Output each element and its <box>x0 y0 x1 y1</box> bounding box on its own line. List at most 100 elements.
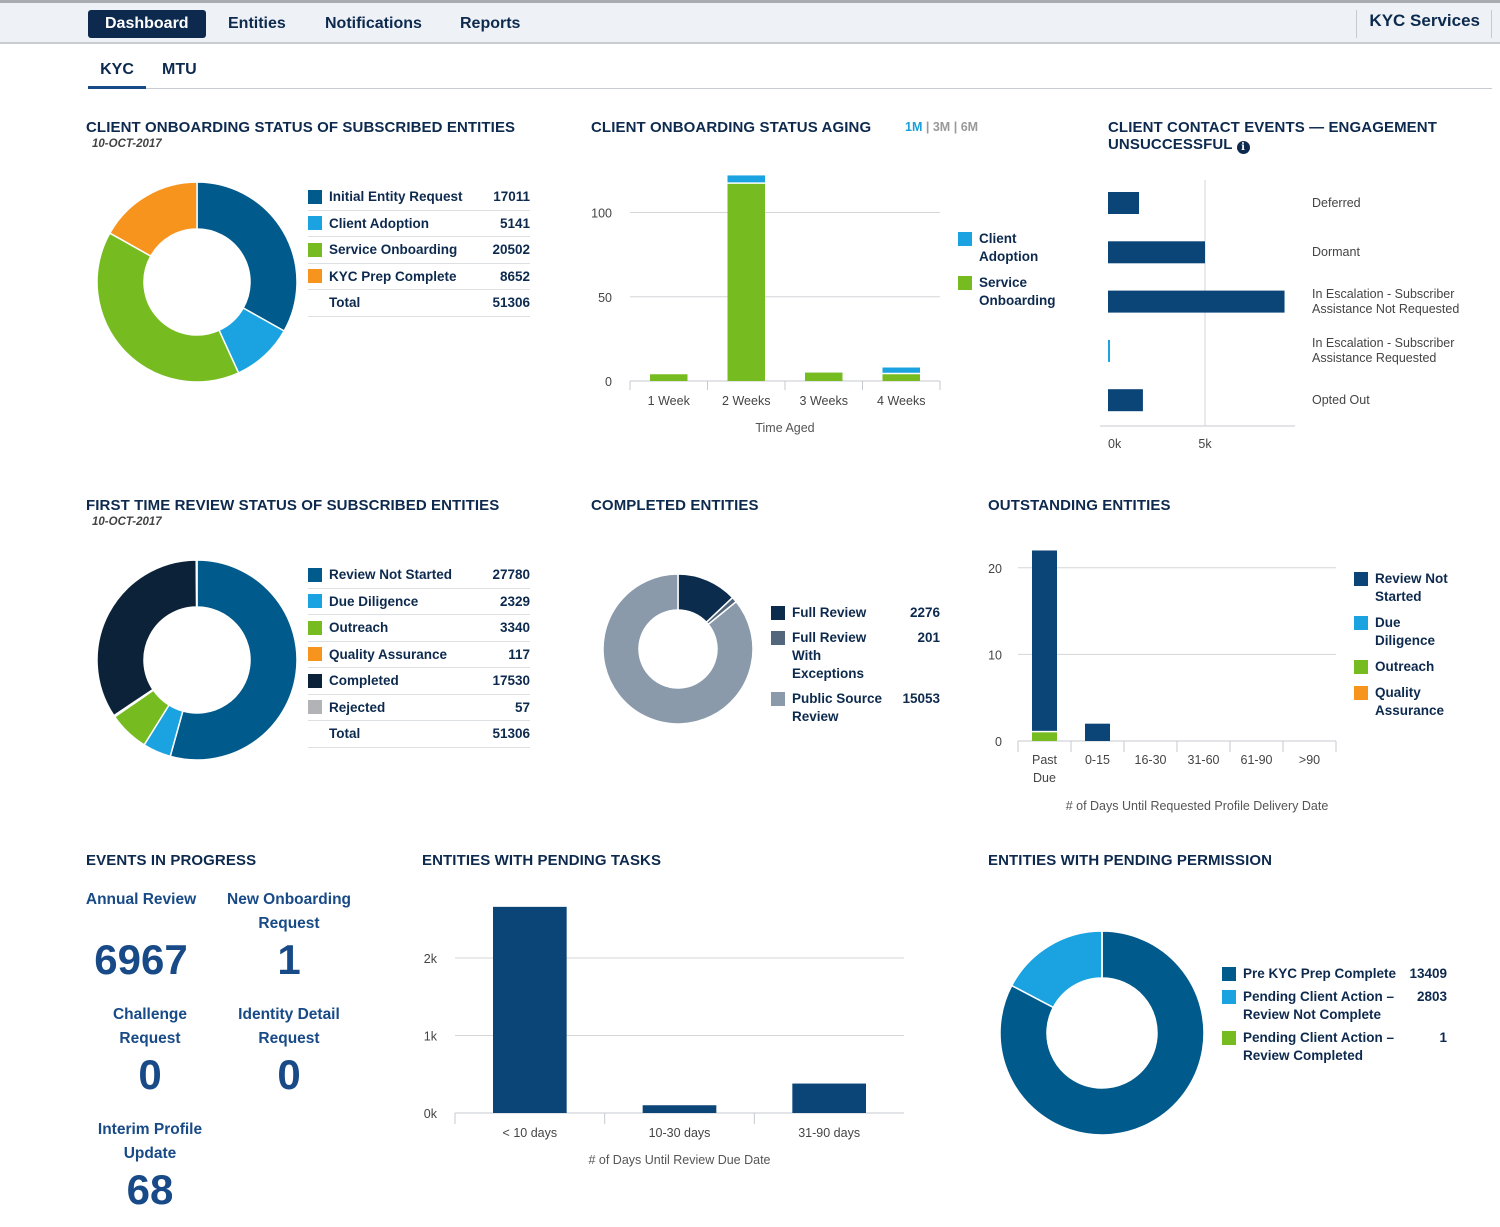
x-tick-label: 31-90 days <box>798 1126 860 1140</box>
range-3m[interactable]: 3M <box>933 120 950 134</box>
first-review-donut[interactable] <box>96 559 298 761</box>
category-label-line: Assistance Requested <box>1312 350 1437 365</box>
legend-item-outreach[interactable]: Outreach 3340 <box>308 615 530 642</box>
legend-label: Public Source Review <box>792 690 898 726</box>
legend-item-client-adoption[interactable]: Client Adoption <box>958 230 1078 266</box>
donut-slice-initial-entity-request[interactable] <box>196 181 298 333</box>
bar-dormant[interactable] <box>1108 241 1205 264</box>
legend-swatch <box>1354 616 1368 630</box>
nav-dashboard[interactable]: Dashboard <box>88 10 206 38</box>
brand-title[interactable]: KYC Services <box>1369 11 1480 31</box>
legend-label: Initial Entity Request <box>329 189 463 205</box>
legend-item-review-not-started[interactable]: Review Not Started <box>1354 570 1494 606</box>
event-label: Interim Profile Update <box>75 1118 225 1166</box>
onboarding-status-legend: Initial Entity Request 17011 Client Adopti… <box>308 184 530 317</box>
pending-tasks-bar-chart[interactable]: 0k 1k 2k < 10 days 10-30 days 31-90 days # of … <box>410 890 910 1180</box>
legend-label: Due Diligence <box>1375 614 1435 650</box>
x-tick-label: 4 Weeks <box>877 394 925 408</box>
completed-donut[interactable] <box>602 573 754 725</box>
legend-item-service-onboarding[interactable]: Service Onboarding 20502 <box>308 237 530 264</box>
range-1m[interactable]: 1M <box>905 120 922 134</box>
x-tick-label: 0k <box>1108 437 1122 451</box>
legend-item-service-onboarding[interactable]: Service Onboarding <box>958 274 1078 310</box>
bar-4-weeks-client-adoption[interactable] <box>882 367 921 373</box>
outstanding-bar-chart[interactable]: 0 10 20 Past Due 0-15 16-30 31-60 61-90 >90 # of D… <box>980 540 1340 820</box>
legend-label: Quality Assurance <box>1375 684 1444 720</box>
range-6m[interactable]: 6M <box>961 120 978 134</box>
bar-past-due-outreach[interactable] <box>1032 732 1057 741</box>
legend-swatch <box>1222 1031 1236 1045</box>
bar-4-weeks-service-onboarding[interactable] <box>882 374 921 381</box>
legend-item-public-source-review[interactable]: Public Source Review 15053 <box>771 690 941 726</box>
bar-10-30-days[interactable] <box>642 1105 717 1113</box>
category-label-opted-out: Opted Out <box>1312 393 1492 408</box>
bar-in-escalation-subscriber-assistance-requested[interactable] <box>1108 339 1110 362</box>
bar-0-15-review-not-started[interactable] <box>1085 723 1110 741</box>
category-label-line: In Escalation - Subscriber <box>1312 335 1455 350</box>
tab-mtu[interactable]: MTU <box>162 61 197 89</box>
legend-item-kyc-prep-complete[interactable]: KYC Prep Complete 8652 <box>308 264 530 290</box>
legend-label-line: Pending Client Action – <box>1243 989 1395 1004</box>
legend-swatch <box>308 269 322 284</box>
nav-entities[interactable]: Entities <box>211 10 303 38</box>
legend-value: 1 <box>1439 1030 1447 1045</box>
legend-label: Pre KYC Prep Complete <box>1243 965 1407 983</box>
legend-item-pending-client-action-review-completed[interactable]: Pending Client Action – Review Completed 1 <box>1222 1029 1447 1065</box>
bar-in-escalation-subscriber-assistance-not-requested[interactable] <box>1108 290 1285 313</box>
legend-item-outreach[interactable]: Outreach <box>1354 658 1494 676</box>
completed-legend: Full Review 2276 Full Review With Exceptions… <box>771 604 941 733</box>
event-value: 1 <box>277 936 301 983</box>
legend-item-full-review[interactable]: Full Review 2276 <box>771 604 941 622</box>
pending-permission-donut[interactable] <box>999 930 1205 1136</box>
bar-2-weeks-client-adoption[interactable] <box>727 175 766 183</box>
legend-item-initial-entity-request[interactable]: Initial Entity Request 17011 <box>308 184 530 211</box>
tab-kyc[interactable]: KYC <box>88 61 146 89</box>
bar-10-days[interactable] <box>493 906 567 1113</box>
legend-item-pre-kyc-prep-complete[interactable]: Pre KYC Prep Complete 13409 <box>1222 965 1447 983</box>
event-label-line: Request <box>119 1030 181 1047</box>
event-label-line: New Onboarding <box>227 891 351 908</box>
nav-reports[interactable]: Reports <box>443 10 537 38</box>
legend-item-pending-client-action-review-not-complete[interactable]: Pending Client Action – Review Not Comple… <box>1222 988 1447 1024</box>
nav-notifications[interactable]: Notifications <box>308 10 439 38</box>
legend-item-completed[interactable]: Completed 17530 <box>308 668 530 695</box>
category-label-line: Assistance Not Requested <box>1312 301 1460 316</box>
legend-item-due-diligence[interactable]: Due Diligence 2329 <box>308 589 530 615</box>
legend-label: Service Onboarding <box>329 242 458 258</box>
onboarding-status-donut[interactable] <box>96 181 298 383</box>
legend-label-line: Review <box>792 709 839 724</box>
category-label-line: In Escalation - Subscriber <box>1312 286 1455 301</box>
donut-slice-service-onboarding[interactable] <box>96 232 240 383</box>
event-label: Identity Detail Request <box>214 1003 364 1051</box>
bar-opted-out[interactable] <box>1108 389 1143 412</box>
legend-value: 201 <box>917 630 940 645</box>
first-review-legend: Review Not Started 27780 Due Diligence 2329… <box>308 562 530 748</box>
legend-label-line: Onboarding <box>979 293 1056 308</box>
bar-past-due-review-not-started[interactable] <box>1032 550 1057 731</box>
info-icon[interactable]: i <box>1236 141 1250 154</box>
donut-slice-rejected[interactable] <box>195 559 198 608</box>
legend-label: Pending Client Action – Review Completed <box>1243 1029 1407 1065</box>
legend-item-rejected[interactable]: Rejected 57 <box>308 695 530 721</box>
contact-events-title-line1: CLIENT CONTACT EVENTS — ENGAGEMENT <box>1108 119 1437 136</box>
legend-item-client-adoption[interactable]: Client Adoption 5141 <box>308 211 530 237</box>
legend-item-quality-assurance[interactable]: Quality Assurance 117 <box>308 642 530 668</box>
legend-swatch <box>771 606 785 620</box>
legend-item-full-review-with-exceptions[interactable]: Full Review With Exceptions 201 <box>771 629 941 683</box>
legend-item-quality-assurance[interactable]: Quality Assurance <box>1354 684 1494 720</box>
bar-deferred[interactable] <box>1108 192 1140 214</box>
aging-bar-chart[interactable]: 0 50 100 1 Week 2 Weeks 3 Weeks 4 Weeks Time Ag… <box>580 160 950 450</box>
donut-slice-completed[interactable] <box>96 559 198 717</box>
legend-swatch <box>308 189 322 204</box>
bar-31-90-days[interactable] <box>792 1083 866 1113</box>
bar-2-weeks-service-onboarding[interactable] <box>727 183 766 381</box>
legend-label-line: Pending Client Action – <box>1243 1030 1395 1045</box>
event-label: New Onboarding Request <box>214 888 364 936</box>
legend-item-due-diligence[interactable]: Due Diligence <box>1354 614 1494 650</box>
legend-item-review-not-started[interactable]: Review Not Started 27780 <box>308 562 530 589</box>
bar-1-week-service-onboarding[interactable] <box>650 374 688 381</box>
y-tick-label: 50 <box>598 291 612 305</box>
legend-label: Full Review With Exceptions <box>792 629 898 683</box>
contact-events-bar-chart[interactable]: 0k 5k <box>1100 170 1300 460</box>
bar-3-weeks-service-onboarding[interactable] <box>805 372 843 381</box>
